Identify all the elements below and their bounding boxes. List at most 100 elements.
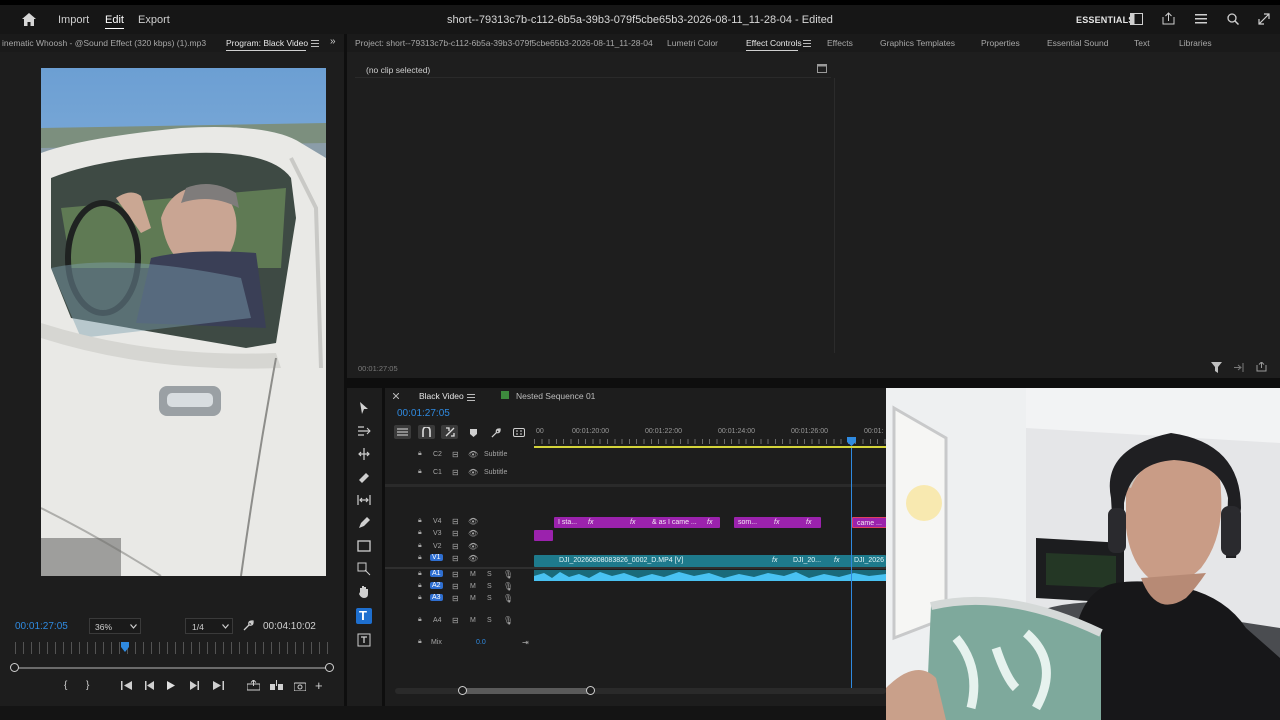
tab-source-audio[interactable]: inematic Whoosh - @Sound Effect (320 kbp… [2, 38, 222, 48]
share-icon[interactable] [1162, 12, 1175, 25]
sync-icon[interactable]: ⊟ [452, 616, 459, 625]
solo-button[interactable]: S [487, 583, 492, 590]
lock-icon[interactable]: 🔒︎ [418, 542, 422, 550]
eye-icon[interactable]: 👁︎ [468, 517, 478, 526]
microphone-icon[interactable]: 🎙︎ [503, 582, 513, 591]
lock-icon[interactable]: 🔒︎ [418, 468, 422, 476]
lock-icon[interactable]: 🔒︎ [418, 570, 422, 578]
mute-button[interactable]: M [470, 595, 476, 602]
timeline-playhead[interactable] [847, 437, 856, 446]
program-playhead[interactable] [121, 642, 130, 652]
fullscreen-icon[interactable] [1258, 13, 1270, 25]
type-tool-button[interactable]: T [356, 608, 372, 624]
tab-effects[interactable]: Effects [827, 38, 853, 48]
panel-divider-horizontal[interactable] [347, 378, 1280, 388]
play-icon[interactable] [167, 681, 175, 690]
lock-icon[interactable]: 🔒︎ [418, 529, 422, 537]
go-to-in-icon[interactable] [121, 681, 132, 690]
sync-icon[interactable]: ⊟ [452, 450, 459, 459]
add-button-icon[interactable]: + [315, 678, 323, 693]
add-marker-icon[interactable] [470, 429, 477, 437]
microphone-icon[interactable]: 🎙︎ [503, 570, 513, 579]
selection-tool-icon[interactable] [356, 400, 372, 416]
mute-button[interactable]: M [470, 583, 476, 590]
microphone-icon[interactable]: 🎙︎ [503, 616, 513, 625]
rectangle-tool-icon[interactable] [356, 538, 372, 554]
solo-button[interactable]: S [487, 595, 492, 602]
tab-graphics-templates[interactable]: Graphics Templates [880, 38, 955, 48]
text-clip[interactable]: came ... [852, 517, 886, 528]
mute-button[interactable]: M [470, 571, 476, 578]
program-scroll-handle-left[interactable] [10, 663, 19, 672]
eye-icon[interactable]: 👁︎ [468, 450, 478, 459]
snap-button[interactable] [418, 425, 435, 439]
track-target-v1[interactable]: V1 [430, 554, 443, 561]
razor-tool-icon[interactable] [356, 469, 372, 485]
sync-icon[interactable]: ⊟ [452, 517, 459, 526]
track-target-a2[interactable]: A2 [430, 582, 443, 589]
tab-nested-sequence[interactable]: Nested Sequence 01 [516, 391, 595, 401]
program-panel-menu-icon[interactable] [311, 39, 319, 47]
step-forward-icon[interactable] [190, 681, 199, 690]
video-clip[interactable]: DJI_20260808083826_0002_D.MP4 [V] fx DJI… [534, 555, 886, 567]
panel-divider-vertical[interactable] [344, 34, 347, 720]
lock-icon[interactable]: 🔒︎ [418, 594, 422, 602]
wrench-icon[interactable] [243, 620, 254, 631]
lift-icon[interactable] [247, 680, 260, 691]
tab-libraries[interactable]: Libraries [1179, 38, 1212, 48]
caption-tool-icon[interactable] [356, 632, 372, 648]
close-icon[interactable] [393, 393, 399, 399]
program-scrollbar[interactable] [14, 667, 330, 669]
tab-effect-controls[interactable]: Effect Controls [746, 38, 802, 48]
tab-project[interactable]: Project: short--79313c7b-c112-6b5a-39b3-… [355, 38, 653, 48]
menu-icon[interactable] [1195, 14, 1207, 24]
search-icon[interactable] [1227, 13, 1239, 25]
sync-icon[interactable]: ⊟ [452, 529, 459, 538]
go-to-end-icon[interactable]: ⇥ [522, 638, 529, 647]
timeline-menu-icon[interactable] [467, 393, 475, 401]
timeline-scroll-handle-right[interactable] [586, 686, 595, 695]
lock-icon[interactable]: 🔒︎ [418, 517, 422, 525]
panel-overflow-icon[interactable]: » [330, 36, 336, 47]
workspace-essentials[interactable]: ESSENTIALS [1076, 15, 1135, 25]
track-target-a1[interactable]: A1 [430, 570, 443, 577]
play-audio-icon[interactable] [1234, 363, 1245, 372]
solo-button[interactable]: S [487, 571, 492, 578]
captions-icon[interactable] [513, 428, 525, 437]
toggle-timeline-view-icon[interactable] [817, 64, 827, 73]
audio-clip[interactable] [534, 570, 886, 581]
shape-tool-icon[interactable] [356, 561, 372, 577]
eye-icon[interactable]: 👁︎ [468, 542, 478, 551]
hand-tool-icon[interactable] [356, 584, 372, 600]
effect-controls-menu-icon[interactable] [803, 39, 811, 47]
ripple-edit-tool-icon[interactable] [356, 446, 372, 462]
timeline-scroll-handle-left[interactable] [458, 686, 467, 695]
mark-out-icon[interactable]: } [86, 680, 89, 691]
lock-icon[interactable]: 🔒︎ [418, 616, 422, 624]
tab-black-video[interactable]: Black Video [419, 391, 464, 401]
solo-button[interactable]: S [487, 617, 492, 624]
linked-selection-button[interactable] [441, 425, 458, 439]
lock-icon[interactable]: 🔒︎ [418, 638, 422, 646]
filter-icon[interactable] [1211, 362, 1222, 373]
lock-icon[interactable]: 🔒︎ [418, 582, 422, 590]
tab-lumetri-color[interactable]: Lumetri Color [667, 38, 718, 48]
tab-text[interactable]: Text [1134, 38, 1150, 48]
timeline-ruler[interactable]: 00 00:01:20:00 00:01:22:00 00:01:24:00 0… [534, 425, 886, 448]
go-to-out-icon[interactable] [213, 681, 224, 690]
text-clip[interactable] [534, 530, 553, 541]
timeline-settings-icon[interactable] [491, 428, 501, 438]
mix-volume-value[interactable]: 0.0 [476, 639, 486, 646]
sync-icon[interactable]: ⊟ [452, 542, 459, 551]
camera-icon[interactable] [294, 681, 306, 691]
track-select-tool-icon[interactable] [356, 423, 372, 439]
zoom-select[interactable]: 36% [89, 618, 141, 634]
sync-icon[interactable]: ⊟ [452, 554, 459, 563]
tab-program-monitor[interactable]: Program: Black Video [226, 38, 308, 48]
program-video-frame[interactable] [41, 68, 326, 576]
timeline-scroll-thumb[interactable] [463, 688, 591, 694]
mute-button[interactable]: M [470, 617, 476, 624]
slip-tool-icon[interactable] [356, 492, 372, 508]
timeline-timecode[interactable]: 00:01:27:05 [397, 408, 450, 419]
tab-properties[interactable]: Properties [981, 38, 1020, 48]
